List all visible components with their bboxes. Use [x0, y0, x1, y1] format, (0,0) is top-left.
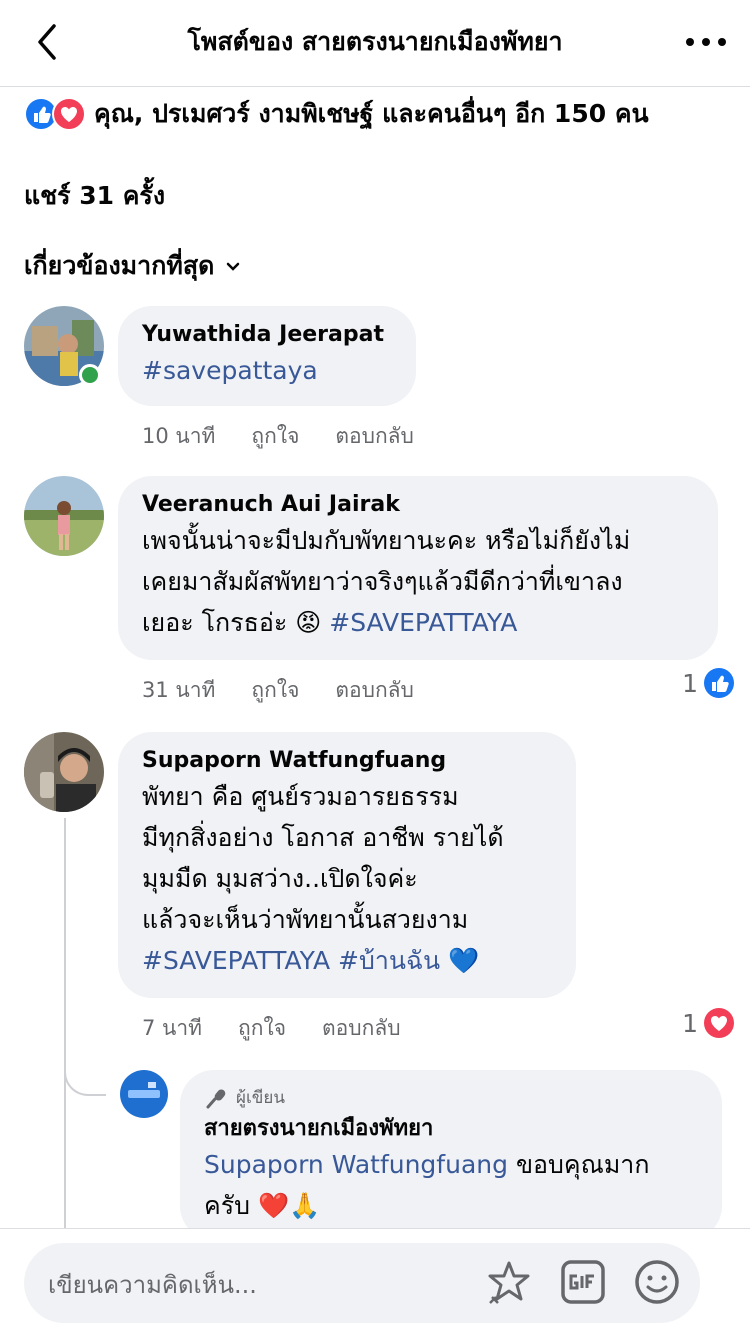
- reply-bubble[interactable]: ผู้เขียน สายตรงนายกเมืองพัทยา Supaporn W…: [180, 1070, 722, 1240]
- reply-thread-connector: [64, 1040, 106, 1096]
- commenter-name[interactable]: Yuwathida Jeerapat: [142, 320, 392, 350]
- comment-hashtag[interactable]: #SAVEPATTAYA: [329, 608, 517, 637]
- reaction-count: 1: [682, 1008, 698, 1038]
- avatar[interactable]: [24, 732, 104, 812]
- page-avatar[interactable]: [120, 1070, 168, 1118]
- page-title: โพสต์ของ สายตรงนายกเมืองพัทยา: [187, 27, 563, 56]
- reply-button[interactable]: ตอบกลับ: [322, 1012, 401, 1045]
- comment-text-line: มีทุกสิ่งอย่าง โอกาส อาชีพ รายได้: [142, 823, 504, 852]
- commenter-name[interactable]: Veeranuch Aui Jairak: [142, 490, 694, 520]
- reaction-count: 1: [682, 668, 698, 698]
- comment-actions: 10 นาที ถูกใจ ตอบกลับ: [142, 420, 414, 453]
- comment-actions: 7 นาที ถูกใจ ตอบกลับ: [142, 1012, 401, 1045]
- comment-time: 7 นาที: [142, 1016, 203, 1040]
- comment-composer-bar: เขียนความคิดเห็น...: [0, 1228, 750, 1335]
- reply-button[interactable]: ตอบกลับ: [335, 420, 414, 453]
- comment-bubble[interactable]: Veeranuch Aui Jairak เพจนั้นน่าจะมีปมกับ…: [118, 476, 718, 660]
- sort-label: เกี่ยวข้องมากที่สุด: [24, 251, 215, 280]
- comment-time: 31 นาที: [142, 678, 216, 702]
- microphone-icon: [206, 1089, 226, 1109]
- emoji-button[interactable]: [632, 1257, 682, 1307]
- reply-text-line: ครับ ❤️🙏: [204, 1185, 698, 1226]
- comment-bubble[interactable]: Yuwathida Jeerapat #savepattaya: [118, 306, 416, 406]
- love-reaction-icon: [52, 97, 86, 131]
- comment-text: เยอะ โกรธอ่ะ: [142, 608, 288, 637]
- smiley-icon: [635, 1260, 679, 1304]
- comment-bubble[interactable]: Supaporn Watfungfuang พัทยา คือ ศูนย์รวม…: [118, 732, 576, 998]
- gif-icon: [561, 1260, 605, 1304]
- back-button[interactable]: [28, 20, 68, 64]
- like-button[interactable]: ถูกใจ: [251, 674, 299, 707]
- author-badge: ผู้เขียน: [204, 1086, 698, 1110]
- comment-text-line: แล้วจะเห็นว่าพัทยานั้นสวยงาม: [142, 905, 469, 934]
- comment-time: 10 นาที: [142, 424, 216, 448]
- share-count[interactable]: แชร์ 31 ครั้ง: [24, 176, 165, 216]
- comment-text-line: เคยมาสัมผัสพัทยาว่าจริงๆแล้วมีดีกว่าที่เ…: [142, 567, 623, 596]
- sticker-icon: [488, 1261, 530, 1304]
- mention-link[interactable]: Supaporn Watfungfuang: [204, 1150, 508, 1179]
- comment-actions: 31 นาที ถูกใจ ตอบกลับ: [142, 674, 414, 707]
- top-bar: โพสต์ของ สายตรงนายกเมืองพัทยา: [0, 0, 750, 87]
- reply-text-line: Supaporn Watfungfuang ขอบคุณมาก: [204, 1144, 698, 1185]
- reply-button[interactable]: ตอบกลับ: [335, 674, 414, 707]
- chevron-down-icon: [227, 262, 240, 271]
- commenter-name[interactable]: Supaporn Watfungfuang: [142, 746, 552, 776]
- sticker-button[interactable]: [484, 1257, 534, 1307]
- comment-reaction-count[interactable]: 1: [682, 668, 734, 698]
- angry-emoji: 😡: [295, 608, 322, 637]
- comment-input-placeholder: เขียนความคิดเห็น...: [48, 1271, 257, 1299]
- more-options-button[interactable]: [684, 24, 728, 60]
- gif-button[interactable]: [558, 1257, 608, 1307]
- comment-text-line: เพจนั้นน่าจะมีปมกับพัทยานะคะ หรือไม่ก็ยั…: [142, 526, 631, 555]
- like-button[interactable]: ถูกใจ: [251, 420, 299, 453]
- reply-author-name[interactable]: สายตรงนายกเมืองพัทยา: [204, 1114, 698, 1144]
- comment-text-line: #SAVEPATTAYA #บ้านฉัน 💙: [142, 940, 552, 981]
- blue-heart-emoji: 💙: [448, 946, 480, 975]
- chevron-left-icon: [38, 24, 56, 60]
- reply-text: ขอบคุณมาก: [515, 1150, 650, 1179]
- comment-hashtag[interactable]: #savepattaya: [142, 350, 392, 391]
- reactions-summary[interactable]: คุณ, ปรเมศวร์ งามพิเชษฐ์ และคนอื่นๆ อีก …: [24, 94, 649, 134]
- comment-sort-dropdown[interactable]: เกี่ยวข้องมากที่สุด: [24, 246, 242, 286]
- comment-text-line: เยอะ โกรธอ่ะ 😡 #SAVEPATTAYA: [142, 602, 694, 643]
- comment-input[interactable]: เขียนความคิดเห็น...: [24, 1243, 700, 1323]
- love-reaction-icon: [704, 1008, 734, 1038]
- avatar[interactable]: [24, 476, 104, 556]
- reactions-text: คุณ, ปรเมศวร์ งามพิเชษฐ์ และคนอื่นๆ อีก …: [94, 99, 649, 128]
- online-status-dot: [79, 364, 101, 386]
- like-reaction-icon: [704, 668, 734, 698]
- comment-reaction-count[interactable]: 1: [682, 1008, 734, 1038]
- comment-text-line: มุมมืด มุมสว่าง..เปิดใจค่ะ: [142, 864, 418, 893]
- author-badge-label: ผู้เขียน: [236, 1088, 285, 1108]
- like-button[interactable]: ถูกใจ: [238, 1012, 286, 1045]
- reply-thread-line: [64, 818, 66, 1234]
- reply-text: ครับ: [204, 1191, 251, 1220]
- comment-text-line: พัทยา คือ ศูนย์รวมอารยธรรม: [142, 782, 459, 811]
- reaction-icons: [24, 96, 94, 132]
- comment-hashtag[interactable]: #SAVEPATTAYA #บ้านฉัน: [142, 946, 440, 975]
- heart-pray-emoji: ❤️🙏: [257, 1191, 321, 1220]
- more-dots-icon: [686, 38, 726, 46]
